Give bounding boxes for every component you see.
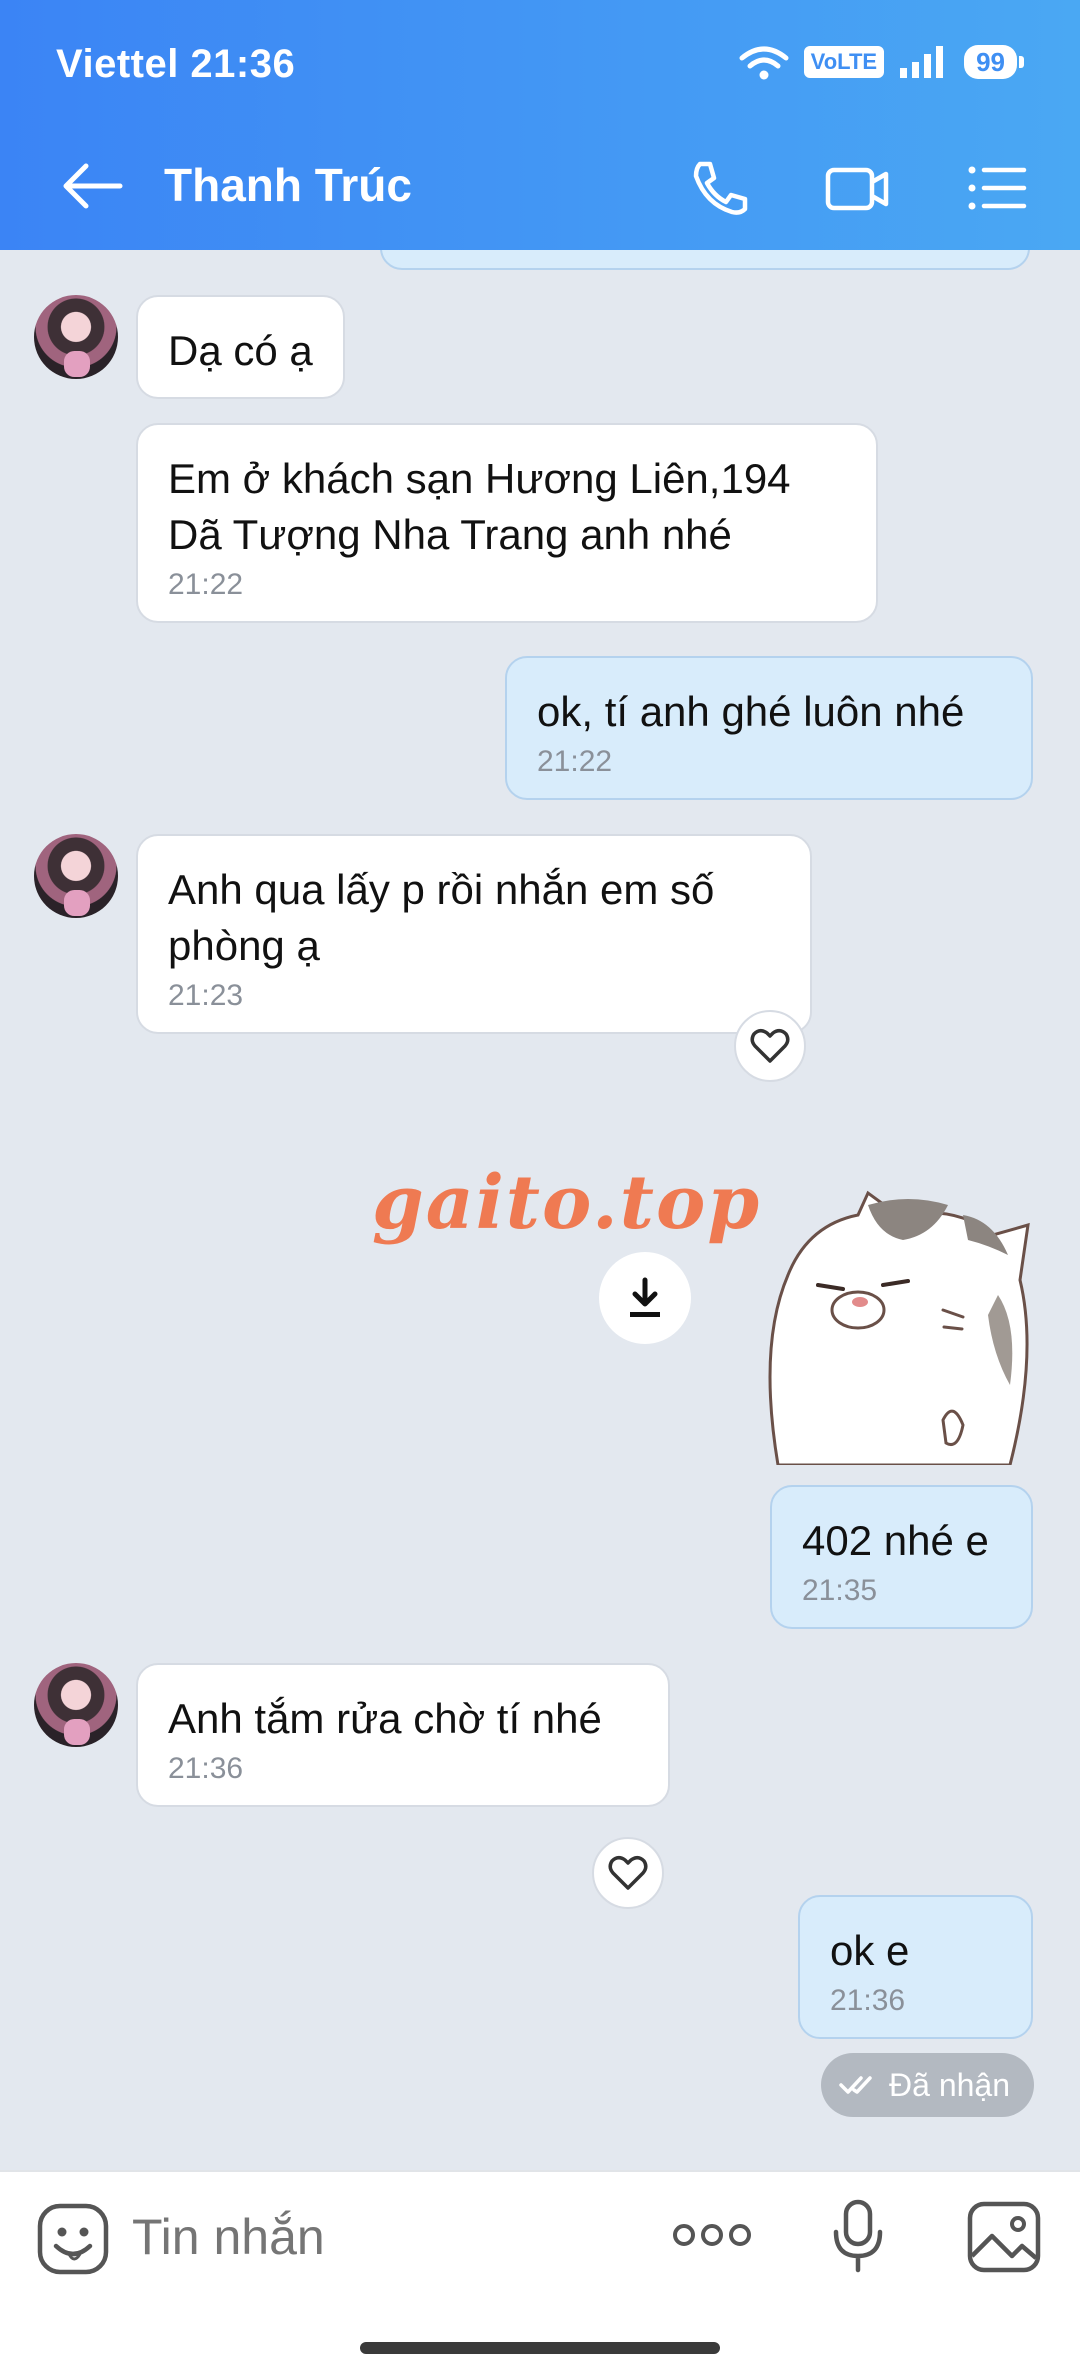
contact-avatar[interactable] <box>34 295 118 379</box>
home-indicator[interactable] <box>360 2342 720 2354</box>
carrier-time: Viettel 21:36 <box>56 42 296 86</box>
menu-list-icon[interactable] <box>962 156 1032 220</box>
status-icons: VoLTE 99 <box>738 44 1024 80</box>
header: Viettel 21:36 VoLTE 99 Thanh Trúc <box>0 0 1080 250</box>
contact-name[interactable]: Thanh Trúc <box>164 158 412 212</box>
volte-icon: VoLTE <box>803 46 885 78</box>
message-text: Anh qua lấy p rồi nhắn em số phòng ạ <box>168 866 715 969</box>
message-time: 21:22 <box>537 745 613 778</box>
message-time: 21:22 <box>168 568 244 601</box>
message-time: 21:36 <box>168 1752 244 1785</box>
status-bar: Viettel 21:36 VoLTE 99 <box>0 0 1080 130</box>
message-text: ok, tí anh ghé luôn nhé <box>537 688 965 735</box>
back-arrow-icon[interactable] <box>60 158 126 214</box>
message-bubble-incoming[interactable]: Em ở khách sạn Hương Liên,194 Dã Tượng N… <box>136 423 878 623</box>
message-bubble-incoming[interactable]: Dạ có ạ <box>136 295 345 399</box>
seen-status-badge: Đã nhận <box>821 2053 1034 2117</box>
message-text: ok e <box>830 1927 910 1974</box>
double-check-icon <box>839 2076 872 2094</box>
heart-icon <box>608 1856 648 1890</box>
watermark: gaito.top <box>372 1160 762 1246</box>
battery-icon: 99 <box>964 45 1024 79</box>
download-sticker-button[interactable] <box>599 1252 691 1344</box>
message-bubble-outgoing[interactable]: ok, tí anh ghé luôn nhé 21:22 <box>505 656 1033 800</box>
chat-area[interactable]: Dạ có ạ Em ở khách sạn Hương Liên,194 Dã… <box>0 250 1080 2170</box>
react-heart-button[interactable] <box>592 1837 664 1909</box>
message-text: 402 nhé e <box>802 1517 989 1564</box>
nav-bar: Thanh Trúc <box>0 140 1080 230</box>
heart-icon <box>750 1029 790 1063</box>
wifi-icon <box>739 46 789 80</box>
message-bubble-outgoing[interactable]: ok e 21:36 <box>798 1895 1033 2039</box>
message-input[interactable] <box>132 2208 632 2266</box>
microphone-icon[interactable] <box>830 2198 886 2274</box>
message-text: Em ở khách sạn Hương Liên,194 Dã Tượng N… <box>168 455 791 558</box>
message-text: Anh tắm rửa chờ tí nhé <box>168 1695 602 1742</box>
signal-icon <box>900 46 944 78</box>
seen-label: Đã nhận <box>889 2066 1010 2103</box>
emoji-sticker-icon[interactable] <box>36 2202 110 2276</box>
image-gallery-icon[interactable] <box>966 2200 1042 2274</box>
message-time: 21:35 <box>802 1574 878 1607</box>
message-bubble-outgoing[interactable]: 402 nhé e 21:35 <box>770 1485 1033 1629</box>
phone-icon[interactable] <box>684 156 754 220</box>
message-composer <box>0 2170 1080 2376</box>
previous-message-partial <box>380 250 1030 270</box>
cat-sticker[interactable] <box>748 1185 1038 1465</box>
battery-level: 99 <box>964 45 1017 79</box>
message-time: 21:23 <box>168 979 244 1012</box>
react-heart-button[interactable] <box>734 1010 806 1082</box>
message-time: 21:36 <box>830 1984 906 2017</box>
message-bubble-incoming[interactable]: Anh tắm rửa chờ tí nhé 21:36 <box>136 1663 670 1807</box>
contact-avatar[interactable] <box>34 1663 118 1747</box>
contact-avatar[interactable] <box>34 834 118 918</box>
more-options-icon[interactable] <box>672 2218 752 2252</box>
video-call-icon[interactable] <box>822 156 892 220</box>
message-text: Dạ có ạ <box>168 327 313 374</box>
download-icon <box>630 1277 660 1317</box>
message-bubble-incoming[interactable]: Anh qua lấy p rồi nhắn em số phòng ạ 21:… <box>136 834 812 1034</box>
